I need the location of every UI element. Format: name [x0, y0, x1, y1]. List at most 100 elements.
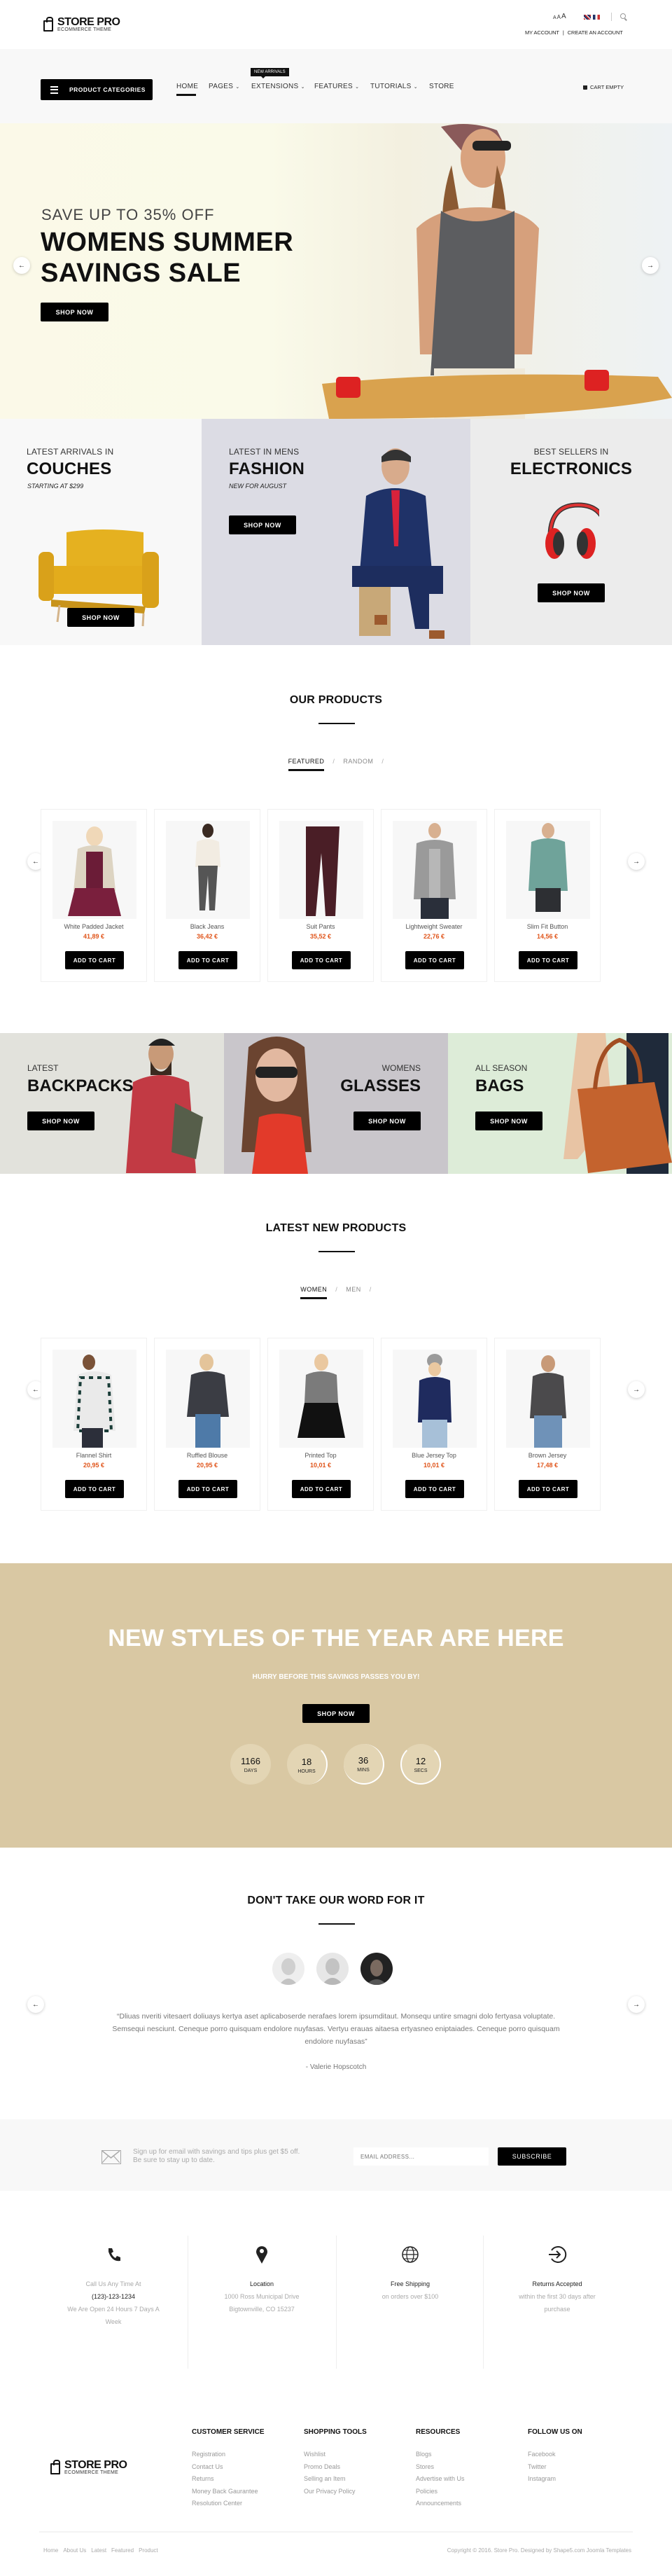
nav-item-home[interactable]: HOME [176, 83, 198, 96]
fr-flag-icon[interactable] [593, 15, 600, 20]
footer-link[interactable]: Money Back Gaurantee [192, 2486, 265, 2498]
testimonial-prev-arrow-icon[interactable]: ← [27, 1996, 44, 2013]
product-name[interactable]: Ruffled Blouse [155, 1452, 260, 1459]
product-card[interactable]: White Padded Jacket 41,89 € ADD TO CART [41, 809, 147, 982]
add-to-cart-button[interactable]: ADD TO CART [292, 951, 351, 969]
product-card[interactable]: Brown Jersey 17,48 € ADD TO CART [494, 1338, 601, 1511]
logo[interactable]: STORE PRO ECOMMERCE THEME [43, 17, 120, 32]
cart-button[interactable]: CART EMPTY [583, 84, 624, 90]
nav-item-features[interactable]: FEATURES ⌄ [314, 83, 359, 90]
add-to-cart-button[interactable]: ADD TO CART [65, 1480, 124, 1498]
footer-link[interactable]: Contact Us [192, 2461, 265, 2474]
nav-item-extensions[interactable]: EXTENSIONS ⌄ [251, 83, 305, 90]
add-to-cart-button[interactable]: ADD TO CART [519, 1480, 578, 1498]
banner-shop-now-button[interactable]: SHOP NOW [27, 1112, 94, 1130]
add-to-cart-button[interactable]: ADD TO CART [178, 951, 237, 969]
product-card[interactable]: Slim Fit Button 14,56 € ADD TO CART [494, 809, 601, 982]
tab-men[interactable]: MEN [346, 1286, 361, 1299]
footer-link[interactable]: Advertise with Us [416, 2473, 465, 2486]
tile-shop-now-button[interactable]: SHOP NOW [538, 583, 605, 602]
product-card[interactable]: Flannel Shirt 20,95 € ADD TO CART [41, 1338, 147, 1511]
bottom-link-latest[interactable]: Latest [91, 2547, 106, 2554]
tab-featured[interactable]: FEATURED [288, 758, 325, 771]
bottom-link-about[interactable]: About Us [63, 2547, 86, 2554]
hero-prev-arrow-icon[interactable]: ← [13, 257, 30, 274]
product-image[interactable] [393, 1350, 477, 1448]
banner-shop-now-button[interactable]: SHOP NOW [354, 1112, 421, 1130]
footer-link[interactable]: Resolution Center [192, 2498, 265, 2510]
product-card[interactable]: Ruffled Blouse 20,95 € ADD TO CART [154, 1338, 260, 1511]
product-card[interactable]: Suit Pants 35,52 € ADD TO CART [267, 809, 374, 982]
tab-women[interactable]: WOMEN [300, 1286, 328, 1299]
hero-shop-now-button[interactable]: SHOP NOW [41, 303, 108, 321]
product-name[interactable]: Black Jeans [155, 923, 260, 930]
products-next-arrow-icon[interactable]: → [628, 853, 645, 870]
promo-shop-now-button[interactable]: SHOP NOW [302, 1704, 370, 1723]
footer-link[interactable]: Announcements [416, 2498, 465, 2510]
font-small-button[interactable]: A [553, 15, 556, 20]
footer-link[interactable]: Stores [416, 2461, 465, 2474]
footer-logo[interactable]: STORE PRO ECOMMERCE THEME [50, 2460, 127, 2475]
email-input[interactable] [354, 2147, 489, 2166]
my-account-link[interactable]: MY ACCOUNT [525, 29, 559, 36]
font-medium-button[interactable]: A [557, 14, 561, 20]
tile-shop-now-button[interactable]: SHOP NOW [67, 608, 134, 627]
product-card[interactable]: Black Jeans 36,42 € ADD TO CART [154, 809, 260, 982]
product-name[interactable]: Brown Jersey [495, 1452, 600, 1459]
testimonial-avatar[interactable] [316, 1953, 349, 1985]
product-image[interactable] [279, 1350, 363, 1448]
product-card[interactable]: Lightweight Sweater 22,76 € ADD TO CART [381, 809, 487, 982]
product-card[interactable]: Blue Jersey Top 10,01 € ADD TO CART [381, 1338, 487, 1511]
footer-link-twitter[interactable]: Twitter [528, 2461, 582, 2474]
hero-next-arrow-icon[interactable]: → [642, 257, 659, 274]
tab-random[interactable]: RANDOM [343, 758, 373, 771]
footer-link[interactable]: Our Privacy Policy [304, 2486, 367, 2498]
en-flag-icon[interactable] [584, 15, 591, 20]
product-image[interactable] [506, 1350, 590, 1448]
create-account-link[interactable]: CREATE AN ACCOUNT [568, 29, 623, 36]
add-to-cart-button[interactable]: ADD TO CART [405, 1480, 464, 1498]
product-categories-button[interactable]: PRODUCT CATEGORIES [41, 79, 153, 100]
footer-link[interactable]: Selling an Item [304, 2473, 367, 2486]
add-to-cart-button[interactable]: ADD TO CART [405, 951, 464, 969]
product-name[interactable]: Suit Pants [268, 923, 373, 930]
product-card[interactable]: Printed Top 10,01 € ADD TO CART [267, 1338, 374, 1511]
product-image[interactable] [506, 821, 590, 919]
product-image[interactable] [52, 821, 136, 919]
subscribe-button[interactable]: SUBSCRIBE [498, 2147, 566, 2166]
product-name[interactable]: White Padded Jacket [41, 923, 146, 930]
product-name[interactable]: Blue Jersey Top [382, 1452, 486, 1459]
testimonial-avatar[interactable] [272, 1953, 304, 1985]
product-name[interactable]: Lightweight Sweater [382, 923, 486, 930]
tile-shop-now-button[interactable]: SHOP NOW [229, 515, 296, 534]
bottom-link-product[interactable]: Product [139, 2547, 158, 2554]
product-image[interactable] [393, 821, 477, 919]
nav-item-pages[interactable]: PAGES ⌄ [209, 83, 239, 90]
latest-next-arrow-icon[interactable]: → [628, 1381, 645, 1398]
add-to-cart-button[interactable]: ADD TO CART [292, 1480, 351, 1498]
nav-item-store[interactable]: STORE [429, 83, 454, 90]
footer-link-instagram[interactable]: Instagram [528, 2473, 582, 2486]
testimonial-avatar-active[interactable] [360, 1953, 393, 1985]
product-image[interactable] [166, 821, 250, 919]
footer-link[interactable]: Promo Deals [304, 2461, 367, 2474]
product-name[interactable]: Printed Top [268, 1452, 373, 1459]
add-to-cart-button[interactable]: ADD TO CART [519, 951, 578, 969]
footer-link-facebook[interactable]: Facebook [528, 2449, 582, 2461]
banner-shop-now-button[interactable]: SHOP NOW [475, 1112, 542, 1130]
add-to-cart-button[interactable]: ADD TO CART [65, 951, 124, 969]
product-image[interactable] [279, 821, 363, 919]
add-to-cart-button[interactable]: ADD TO CART [178, 1480, 237, 1498]
product-image[interactable] [52, 1350, 136, 1448]
footer-link[interactable]: Policies [416, 2486, 465, 2498]
footer-link[interactable]: Returns [192, 2473, 265, 2486]
nav-item-tutorials[interactable]: TUTORIALS ⌄ [370, 83, 418, 90]
font-large-button[interactable]: A [561, 13, 566, 20]
testimonial-next-arrow-icon[interactable]: → [628, 1996, 645, 2013]
footer-link[interactable]: Wishlist [304, 2449, 367, 2461]
footer-link[interactable]: Registration [192, 2449, 265, 2461]
bottom-link-home[interactable]: Home [43, 2547, 58, 2554]
product-name[interactable]: Flannel Shirt [41, 1452, 146, 1459]
product-image[interactable] [166, 1350, 250, 1448]
product-name[interactable]: Slim Fit Button [495, 923, 600, 930]
